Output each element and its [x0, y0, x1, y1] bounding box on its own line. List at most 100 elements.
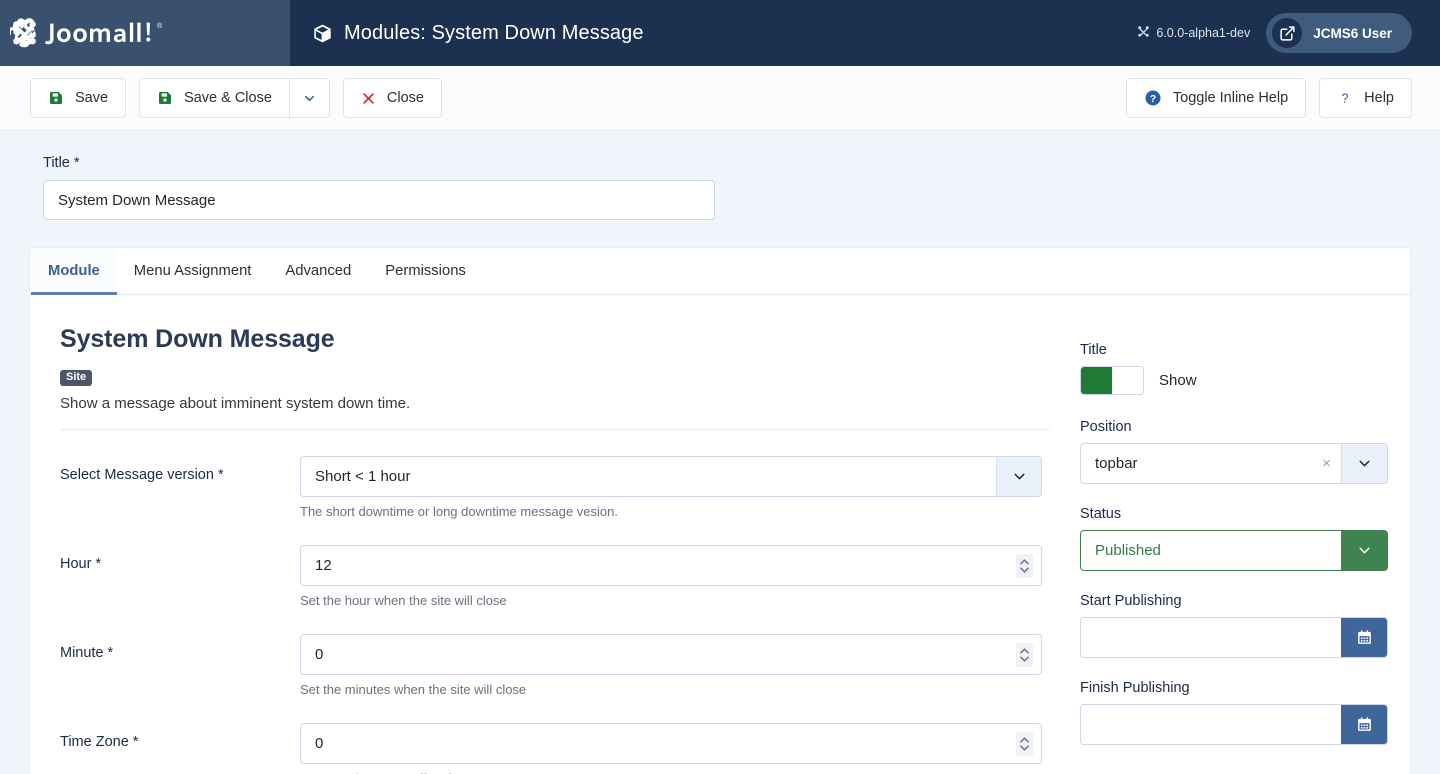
tab-advanced[interactable]: Advanced	[268, 249, 368, 295]
tab-permissions-label: Permissions	[385, 262, 466, 279]
sidebar-status-label: Status	[1080, 506, 1122, 522]
title-input[interactable]	[43, 180, 715, 220]
select-message-version-select[interactable]: Short < 1 hour	[300, 456, 1042, 497]
sidebar-position-label: Position	[1080, 419, 1132, 435]
select-message-version-label: Select Message version *	[60, 467, 224, 483]
module-heading: System Down Message	[60, 325, 335, 353]
time-zone-value: 0	[315, 735, 324, 752]
svg-text:®: ®	[157, 22, 163, 30]
chevron-down-icon	[302, 91, 317, 106]
help-button-label: Help	[1364, 90, 1394, 106]
finish-publishing-field	[1080, 704, 1388, 745]
finish-publishing-input[interactable]	[1081, 705, 1341, 744]
time-zone-label: Time Zone *	[60, 734, 139, 750]
title-show-switch-row: Show	[1080, 366, 1388, 395]
sidebar-title-label: Title	[1080, 342, 1107, 358]
chevron-down-icon[interactable]	[1341, 531, 1387, 570]
page-content: Title * Module Menu Assignment Advanced …	[0, 131, 1440, 774]
page-title: Modules: System Down Message	[290, 0, 1137, 66]
page-title-text: Modules: System Down Message	[344, 21, 644, 44]
tab-panel-module: System Down Message Site Show a message …	[30, 295, 1410, 774]
editor-toolbar: Save Save & Close Close ? Toggle Inline …	[0, 66, 1440, 131]
start-publishing-field	[1080, 617, 1388, 658]
user-menu-button[interactable]: JCMS6 User	[1266, 13, 1412, 53]
calendar-icon[interactable]	[1341, 618, 1387, 657]
sidebar-field-title: Title Show	[1080, 342, 1388, 395]
tab-module-label: Module	[48, 262, 100, 279]
toggle-on-half	[1081, 367, 1112, 394]
field-row-minute: Minute * 0 Set the minutes when the site…	[60, 634, 1050, 697]
toggle-inline-help-button[interactable]: ? Toggle Inline Help	[1125, 78, 1307, 118]
tab-module[interactable]: Module	[31, 249, 117, 295]
minute-help: Set the minutes when the site will close	[300, 682, 527, 697]
hour-input[interactable]: 12	[300, 545, 1042, 586]
save-close-split-button: Save & Close	[139, 78, 330, 118]
status-value: Published	[1095, 542, 1161, 559]
sidebar-finish-publishing-label: Finish Publishing	[1080, 680, 1190, 696]
close-button[interactable]: Close	[342, 78, 442, 118]
sidebar-start-publishing-label: Start Publishing	[1080, 593, 1182, 609]
sidebar-field-start-publishing: Start Publishing	[1080, 593, 1388, 658]
quantity-stepper[interactable]	[1016, 553, 1033, 578]
minute-label: Minute *	[60, 645, 114, 661]
hour-value: 12	[315, 557, 332, 574]
select-message-version-help: The short downtime or long downtime mess…	[300, 504, 618, 519]
app-header: ® Modules: System Down Message 6.0.0-alp…	[0, 0, 1440, 66]
start-publishing-input[interactable]	[1081, 618, 1341, 657]
tab-menu-assignment[interactable]: Menu Assignment	[117, 249, 269, 295]
version-text: 6.0.0-alpha1-dev	[1156, 26, 1251, 40]
save-button[interactable]: Save	[30, 78, 127, 118]
save-close-button[interactable]: Save & Close	[139, 78, 289, 118]
save-close-button-label: Save & Close	[184, 90, 272, 106]
question-circle-icon: ?	[1144, 89, 1162, 107]
tab-advanced-label: Advanced	[285, 262, 352, 279]
save-button-label: Save	[75, 90, 109, 106]
status-select[interactable]: Published	[1080, 530, 1388, 571]
close-button-label: Close	[386, 90, 424, 106]
tab-bar: Module Menu Assignment Advanced Permissi…	[30, 248, 1410, 295]
field-row-select-message-version: Select Message version * Short < 1 hour …	[60, 456, 1050, 519]
user-name: JCMS6 User	[1313, 25, 1392, 41]
position-select[interactable]: topbar ×	[1080, 443, 1388, 484]
title-show-toggle[interactable]	[1080, 366, 1144, 395]
chevron-down-icon[interactable]	[1341, 444, 1387, 483]
title-field-group: Title *	[30, 131, 1410, 220]
toggle-off-half	[1112, 367, 1143, 394]
joomla-logo-icon[interactable]: ®	[10, 16, 182, 50]
toolbar-right-group: ? Toggle Inline Help ? Help	[1125, 78, 1412, 118]
external-link-icon	[1272, 18, 1303, 48]
cube-icon	[312, 23, 333, 44]
time-zone-control: 0 Set your time zone offset from GMT	[300, 723, 1050, 774]
svg-text:?: ?	[1150, 93, 1156, 105]
save-options-dropdown-button[interactable]	[288, 78, 330, 118]
question-mark-icon: ?	[1337, 89, 1353, 107]
module-scope-badge-wrap: Site	[60, 367, 1050, 386]
module-description: Show a message about imminent system dow…	[60, 395, 411, 412]
quantity-stepper[interactable]	[1016, 642, 1033, 667]
select-message-version-control: Short < 1 hour The short downtime or lon…	[300, 456, 1050, 519]
clear-x-icon[interactable]: ×	[1322, 444, 1341, 483]
select-message-version-value: Short < 1 hour	[315, 468, 411, 485]
hour-label: Hour *	[60, 556, 102, 572]
joomla-mark-icon	[1137, 25, 1150, 41]
help-button[interactable]: ? Help	[1319, 78, 1412, 118]
sidebar-field-status: Status Published	[1080, 506, 1388, 571]
title-show-state-label: Show	[1159, 372, 1197, 389]
status-badge: Site	[60, 370, 93, 386]
module-fields-column: System Down Message Site Show a message …	[60, 325, 1050, 774]
field-row-hour: Hour * 12 Set the hour when the site wil…	[60, 545, 1050, 608]
time-zone-input[interactable]: 0	[300, 723, 1042, 764]
brand-area[interactable]: ®	[0, 0, 290, 66]
quantity-stepper[interactable]	[1016, 731, 1033, 756]
chevron-down-icon[interactable]	[996, 457, 1041, 496]
minute-input[interactable]: 0	[300, 634, 1042, 675]
position-value: topbar	[1095, 455, 1138, 472]
tab-permissions[interactable]: Permissions	[368, 249, 483, 295]
save-icon	[48, 90, 64, 106]
calendar-icon[interactable]	[1341, 705, 1387, 744]
tab-menu-assignment-label: Menu Assignment	[133, 262, 252, 279]
sidebar-field-position: Position topbar ×	[1080, 419, 1388, 484]
toolbar-left-group: Save Save & Close Close	[30, 78, 442, 118]
minute-control: 0 Set the minutes when the site will clo…	[300, 634, 1050, 697]
module-sidebar-column: Title Show Position topbar × Status Publ…	[1080, 325, 1388, 774]
